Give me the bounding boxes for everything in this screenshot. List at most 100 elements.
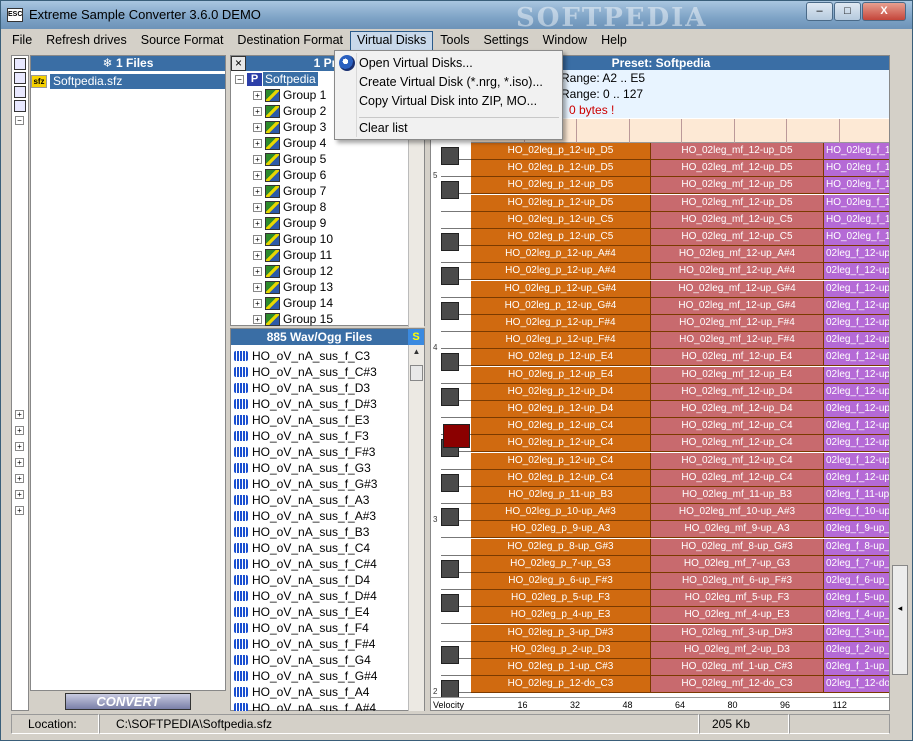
zone-cell[interactable]: HO_02leg_mf_12-up_F#4 bbox=[651, 332, 824, 350]
wav-item[interactable]: HO_oV_nA_sus_f_B3 bbox=[231, 524, 424, 540]
zone-cell[interactable]: 02leg_f_8-up_G bbox=[824, 538, 889, 556]
zone-cell[interactable]: 02leg_f_12-up_ bbox=[824, 452, 889, 470]
zone-cell[interactable]: HO_02leg_mf_3-up_D#3 bbox=[651, 624, 824, 642]
zone-cell[interactable]: HO_02leg_mf_12-up_A#4 bbox=[651, 263, 824, 281]
wav-item[interactable]: HO_oV_nA_sus_f_D4 bbox=[231, 572, 424, 588]
zone-cell[interactable]: HO_02leg_p_12-up_D5 bbox=[471, 160, 651, 178]
black-key[interactable] bbox=[441, 233, 459, 251]
zone-cell[interactable]: HO_02leg_mf_12-up_D5 bbox=[651, 194, 824, 212]
zone-cell[interactable]: HO_02leg_mf_4-up_E3 bbox=[651, 607, 824, 625]
black-key[interactable] bbox=[441, 181, 459, 200]
zone-cell[interactable]: HO_02leg_p_12-up_D5 bbox=[471, 177, 651, 195]
zone-cell[interactable]: 02leg_f_12-do bbox=[824, 676, 889, 694]
zone-cell[interactable]: HO_02leg_p_10-up_A#3 bbox=[471, 504, 651, 522]
zone-cell[interactable]: HO_02leg_mf_12-up_E4 bbox=[651, 366, 824, 384]
zone-cell[interactable]: HO_02leg_p_12-up_D4 bbox=[471, 383, 651, 401]
wav-item[interactable]: HO_oV_nA_sus_f_A3 bbox=[231, 492, 424, 508]
wav-item[interactable]: HO_oV_nA_sus_f_E3 bbox=[231, 412, 424, 428]
zone-cell[interactable]: HO_02leg_mf_12-up_C4 bbox=[651, 452, 824, 470]
close-button[interactable]: X bbox=[862, 2, 906, 21]
white-key[interactable] bbox=[441, 212, 471, 229]
zone-cell[interactable]: HO_02leg_mf_12-up_D5 bbox=[651, 143, 824, 160]
zone-cell[interactable]: HO_02leg_mf_12-up_C4 bbox=[651, 435, 824, 453]
black-key[interactable] bbox=[441, 594, 459, 613]
white-key[interactable] bbox=[441, 539, 471, 556]
expand-icon[interactable]: + bbox=[15, 442, 24, 451]
zone-scrollbar[interactable]: ◂ bbox=[892, 55, 908, 711]
expand-icon[interactable]: + bbox=[253, 250, 262, 260]
wav-item[interactable]: HO_oV_nA_sus_f_F3 bbox=[231, 428, 424, 444]
zone-cell[interactable]: HO_02leg_p_9-up_A3 bbox=[471, 521, 651, 539]
zone-cell[interactable]: 02leg_f_7-up_G bbox=[824, 555, 889, 573]
black-key[interactable] bbox=[441, 301, 459, 320]
tree-group-item[interactable]: + Group 14 bbox=[231, 295, 424, 311]
tree-group-item[interactable]: + Group 13 bbox=[231, 279, 424, 295]
zone-cell[interactable]: HO_02leg_mf_1-up_C#3 bbox=[651, 659, 824, 676]
wav-item[interactable]: HO_oV_nA_sus_f_G3 bbox=[231, 460, 424, 476]
black-key[interactable] bbox=[441, 387, 459, 406]
zone-cell[interactable]: HO_02leg_mf_5-up_F3 bbox=[651, 590, 824, 608]
wav-item[interactable]: HO_oV_nA_sus_f_D#3 bbox=[231, 396, 424, 412]
wav-item[interactable]: HO_oV_nA_sus_f_E4 bbox=[231, 604, 424, 620]
zone-cell[interactable]: HO_02leg_mf_9-up_A3 bbox=[651, 521, 824, 539]
active-key[interactable] bbox=[443, 424, 470, 449]
menu-window[interactable]: Window bbox=[536, 31, 594, 51]
zone-cell[interactable]: HO_02leg_mf_10-up_A#3 bbox=[651, 504, 824, 522]
zone-cell[interactable]: HO_02leg_mf_11-up_B3 bbox=[651, 487, 824, 504]
black-key[interactable] bbox=[441, 645, 459, 664]
zone-cell[interactable]: HO_02leg_mf_12-up_C5 bbox=[651, 211, 824, 229]
expand-icon[interactable]: + bbox=[253, 122, 262, 132]
zone-cell[interactable]: 02leg_f_12-up_ bbox=[824, 315, 889, 332]
black-key[interactable] bbox=[441, 559, 459, 578]
menu-clear-list[interactable]: Clear list bbox=[359, 121, 408, 135]
expand-icon[interactable]: + bbox=[253, 202, 262, 212]
wav-item[interactable]: HO_oV_nA_sus_f_A#4 bbox=[231, 700, 424, 711]
wav-item[interactable]: HO_oV_nA_sus_f_F#4 bbox=[231, 636, 424, 652]
menu-destination-format[interactable]: Destination Format bbox=[230, 31, 350, 51]
zone-cell[interactable]: HO_02leg_f_12-up_ bbox=[824, 160, 889, 178]
menu-virtual-disks[interactable]: Virtual Disks bbox=[350, 31, 434, 51]
menu-settings[interactable]: Settings bbox=[476, 31, 535, 51]
expand-icon[interactable]: + bbox=[15, 506, 24, 515]
menu-refresh-drives[interactable]: Refresh drives bbox=[39, 31, 134, 51]
zone-cell[interactable]: HO_02leg_p_11-up_B3 bbox=[471, 487, 651, 504]
zone-cell[interactable]: HO_02leg_p_8-up_G#3 bbox=[471, 538, 651, 556]
minimize-button[interactable]: – bbox=[806, 2, 833, 21]
wav-scrollbar[interactable]: ▲ bbox=[408, 345, 424, 711]
tree-group-item[interactable]: + Group 7 bbox=[231, 183, 424, 199]
menu-file[interactable]: File bbox=[5, 31, 39, 51]
zone-cell[interactable]: HO_02leg_p_12-up_C4 bbox=[471, 452, 651, 470]
wav-item[interactable]: HO_oV_nA_sus_f_G#4 bbox=[231, 668, 424, 684]
zone-cell[interactable]: 02leg_f_1-up_ bbox=[824, 659, 889, 676]
expand-icon[interactable]: + bbox=[253, 154, 262, 164]
zone-cell[interactable]: HO_02leg_mf_12-up_G#4 bbox=[651, 297, 824, 315]
zone-cell[interactable]: HO_02leg_mf_12-up_C4 bbox=[651, 469, 824, 487]
zone-cell[interactable]: 02leg_f_12-up_ bbox=[824, 297, 889, 315]
expand-icon[interactable]: + bbox=[15, 410, 24, 419]
zone-cell[interactable]: HO_02leg_f_12-up_ bbox=[824, 194, 889, 212]
wav-item[interactable]: HO_oV_nA_sus_f_D#4 bbox=[231, 588, 424, 604]
zone-cell[interactable]: HO_02leg_mf_2-up_D3 bbox=[651, 641, 824, 659]
convert-button[interactable]: CONVERT bbox=[65, 693, 191, 710]
zone-cell[interactable]: 02leg_f_11-up_ bbox=[824, 487, 889, 504]
zone-cell[interactable]: 02leg_f_12-up_ bbox=[824, 349, 889, 367]
zone-cell[interactable]: HO_02leg_mf_12-up_C5 bbox=[651, 229, 824, 246]
zone-cell[interactable]: HO_02leg_p_12-up_C4 bbox=[471, 435, 651, 453]
expand-icon[interactable]: + bbox=[15, 426, 24, 435]
zone-cell[interactable]: HO_02leg_p_4-up_E3 bbox=[471, 607, 651, 625]
black-key[interactable] bbox=[441, 147, 459, 165]
wav-item[interactable]: HO_oV_nA_sus_f_A#3 bbox=[231, 508, 424, 524]
zone-cell[interactable]: 02leg_f_12-up_ bbox=[824, 418, 889, 436]
expand-icon[interactable]: + bbox=[15, 458, 24, 467]
zone-cell[interactable]: HO_02leg_p_12-up_D5 bbox=[471, 194, 651, 212]
zone-cell[interactable]: HO_02leg_mf_12-up_A#4 bbox=[651, 246, 824, 264]
wav-item[interactable]: HO_oV_nA_sus_f_C4 bbox=[231, 540, 424, 556]
zone-cell[interactable]: HO_02leg_p_12-up_C4 bbox=[471, 469, 651, 487]
zone-cell[interactable]: 02leg_f_12-up_ bbox=[824, 366, 889, 384]
tree-group-item[interactable]: + Group 15 bbox=[231, 311, 424, 327]
wav-item[interactable]: HO_oV_nA_sus_f_F#3 bbox=[231, 444, 424, 460]
zone-cell[interactable]: 02leg_f_10-up_ bbox=[824, 504, 889, 522]
expand-icon[interactable]: + bbox=[15, 490, 24, 499]
expand-icon[interactable]: + bbox=[253, 106, 262, 116]
piano-keyboard[interactable]: 5 4 3 2 bbox=[431, 143, 471, 699]
